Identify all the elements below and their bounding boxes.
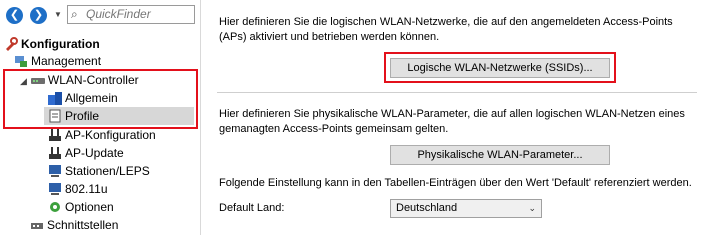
- tree-item-stationen-leps[interactable]: Stationen/LEPS: [48, 163, 150, 180]
- quickfinder-input[interactable]: ⌕ QuickFinder: [67, 5, 195, 24]
- forward-button[interactable]: ❯: [30, 7, 47, 24]
- optionen-icon: [48, 200, 62, 214]
- ap-config-icon: [48, 128, 62, 142]
- divider: [217, 92, 697, 93]
- ap-update-icon: [48, 146, 62, 160]
- schnittstellen-icon: [30, 218, 44, 232]
- section3-description: Folgende Einstellung kann in den Tabelle…: [219, 177, 692, 189]
- tree-item-80211u[interactable]: 802.11u: [48, 181, 108, 198]
- search-icon: ⌕: [71, 7, 78, 21]
- content-pane: Hier definieren Sie die logischen WLAN-N…: [212, 0, 707, 235]
- config-tool-icon: [4, 36, 18, 51]
- navigation-pane: ❮ ❯ ▼ ⌕ QuickFinder Konfiguration Manage…: [0, 0, 201, 235]
- tree-item-schnittstellen[interactable]: Schnittstellen: [30, 217, 118, 234]
- stationen-icon: [48, 164, 62, 178]
- tree-item-ap-konfiguration[interactable]: AP-Konfiguration: [48, 127, 156, 144]
- default-land-label: Default Land:: [219, 202, 285, 214]
- tree-item-ap-update[interactable]: AP-Update: [48, 145, 124, 162]
- tree-root-konfiguration[interactable]: Konfiguration: [4, 36, 100, 53]
- section1-description: Hier definieren Sie die logischen WLAN-N…: [219, 16, 673, 43]
- highlight-box-tree: [3, 69, 198, 129]
- highlight-box-button: [384, 52, 616, 83]
- back-button[interactable]: ❮: [6, 7, 23, 24]
- management-icon: [14, 54, 28, 68]
- tree-item-management[interactable]: Management: [14, 53, 101, 70]
- 80211u-icon: [48, 182, 62, 196]
- section2-description: Hier definieren Sie physikalische WLAN-P…: [219, 108, 685, 135]
- chevron-down-icon: ⌄: [528, 203, 536, 213]
- quickfinder-placeholder: QuickFinder: [86, 7, 151, 21]
- history-dropdown-icon[interactable]: ▼: [54, 10, 62, 19]
- default-land-value: Deutschland: [396, 202, 458, 214]
- physical-wlan-parameters-button[interactable]: Physikalische WLAN-Parameter...: [390, 145, 610, 165]
- toolbar: ❮ ❯ ▼ ⌕ QuickFinder: [0, 0, 200, 30]
- tree-item-optionen[interactable]: Optionen: [48, 199, 114, 216]
- default-land-select[interactable]: Deutschland ⌄: [390, 199, 542, 218]
